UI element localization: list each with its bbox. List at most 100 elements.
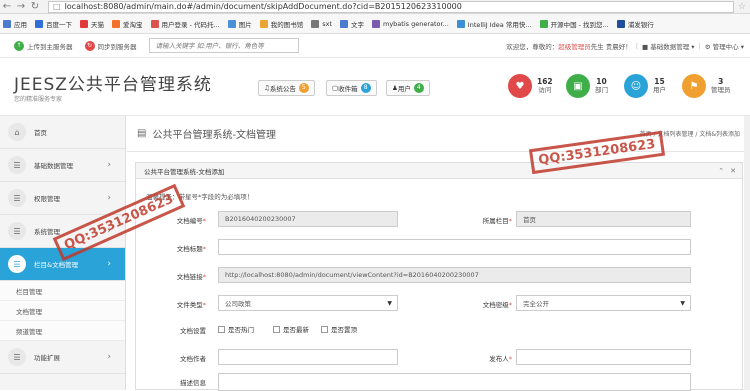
bookmark-label: 天猫 — [91, 20, 104, 29]
checkbox-box — [273, 325, 280, 333]
stat-value: 3 — [718, 77, 724, 86]
inbox-button[interactable]: ▢ 收件箱 8 — [326, 80, 377, 96]
publisher-label-text: 发布人 — [489, 355, 509, 363]
sidebar-item-label: 权限管理 — [34, 195, 60, 203]
bookmark-label: 图片 — [238, 20, 252, 29]
secret-label: 文档密级* — [482, 301, 512, 309]
column-field: 首页 — [516, 211, 691, 227]
bookmark-item[interactable]: 开源中国 - 找到您... — [539, 19, 609, 29]
bookmark-star-icon[interactable]: ☆ — [738, 2, 750, 12]
top-checkbox[interactable]: 是否置顶 — [321, 324, 357, 334]
stat-value: 162 — [537, 77, 553, 86]
bookmark-item[interactable]: mybatis generator... — [371, 19, 449, 28]
new-checkbox[interactable]: 是否最新 — [273, 324, 309, 334]
admin-name[interactable]: 超级管理员 — [558, 41, 591, 51]
bookmark-favicon-icon — [339, 19, 348, 28]
secret-label-text: 文档密级 — [482, 301, 509, 309]
bookmark-item[interactable]: sxt — [311, 19, 332, 28]
main-content: ▤ 公共平台管理系统-文档管理 首页 / 文档列表管理 / 文档&列表添加 公共… — [127, 116, 750, 391]
sidebar-item-label: 功能扩展 — [34, 354, 60, 362]
stat-label: 部门 — [595, 86, 608, 94]
bookmark-item[interactable]: IntelliJ Idea 常用快... — [456, 19, 532, 29]
type-label-text: 文件类型 — [176, 301, 203, 309]
app-subtitle: 您的精准服务专家 — [14, 96, 63, 103]
users-icon: ☺ — [624, 74, 648, 98]
bookmarks-bar: 应用 百度一下 天猫 爱淘宝 用户登录 - 代码托... 图片 我的图书馆 sxt 文字 myba… — [0, 14, 750, 34]
sidebar-item-label: 首页 — [34, 129, 47, 137]
bookmark-favicon-icon — [259, 19, 268, 28]
bookmark-item[interactable]: 我的图书馆 — [259, 19, 304, 29]
bookmark-label: 百度一下 — [46, 20, 72, 29]
doc-no-label: 文档编号* — [176, 217, 206, 225]
address-bar[interactable]: □ localhost:8080/admin/main.do#/admin/do… — [48, 0, 734, 13]
stat-管理员[interactable]: ⚑ 3 管理员 — [682, 74, 731, 98]
bookmark-label: 开源中国 - 找到您... — [550, 20, 609, 29]
close-icon[interactable]: ✕ — [730, 167, 736, 175]
list-icon: ☰ — [8, 222, 26, 240]
column-label: 所属栏目* — [482, 217, 512, 225]
summary-input[interactable] — [218, 373, 691, 391]
search-input[interactable] — [148, 38, 299, 53]
collapse-icon[interactable]: ⌃ — [718, 167, 724, 175]
notice-badge: 5 — [298, 83, 309, 93]
stat-用户[interactable]: ☺ 15 用户 — [624, 74, 666, 98]
bookmark-item[interactable]: 应用 — [3, 19, 27, 29]
new-label: 是否最新 — [283, 326, 309, 334]
bookmark-label: IntelliJ Idea 常用快... — [467, 20, 532, 29]
sidebar-item-label: 系统管理 — [34, 228, 60, 236]
upload-icon: ↑ — [14, 40, 24, 51]
panel-header: 公共平台管理系统-文档添加 ⌃ ✕ — [136, 163, 742, 179]
stat-text: 3 管理员 — [711, 77, 731, 95]
bookmark-item[interactable]: 百度一下 — [35, 19, 72, 29]
sync-icon: ↻ — [84, 40, 95, 51]
forward-icon[interactable]: → — [14, 0, 28, 14]
sidebar-subitem-documents[interactable]: 文档管理 — [0, 301, 125, 321]
basic-mgmt-label: 基础数据管理 — [650, 42, 690, 51]
checkbox-box — [218, 325, 225, 333]
type-select[interactable]: 公司政策 ▼ — [218, 295, 398, 311]
publisher-input[interactable] — [516, 349, 691, 365]
sidebar-subitem-columns[interactable]: 栏目管理 — [0, 281, 125, 301]
sync-server-button[interactable]: ↻ 同步到服务器 — [84, 40, 137, 51]
app-header: JEESZ公共平台管理系统 您的精准服务专家 ♫ 系统公告 5 ▢ 收件箱 8 … — [0, 58, 750, 116]
bookmark-item[interactable]: 用户登录 - 代码托... — [150, 19, 220, 29]
menu-icon: ■ — [641, 42, 651, 51]
bookmark-item[interactable]: 爱淘宝 — [112, 19, 143, 29]
bookmark-item[interactable]: 天猫 — [80, 19, 104, 29]
stat-部门[interactable]: ▣ 10 部门 — [566, 74, 608, 98]
bookmark-item[interactable]: 浦发银行 — [616, 19, 654, 29]
reload-icon[interactable]: ↻ — [28, 0, 42, 14]
page-title: 公共平台管理系统-文档管理 — [152, 130, 277, 141]
secret-select[interactable]: 完全公开 ▼ — [516, 295, 691, 311]
bookmark-item[interactable]: 文字 — [339, 19, 364, 29]
bookmark-label: 应用 — [14, 20, 27, 29]
stat-label: 管理员 — [711, 86, 731, 94]
upload-server-button[interactable]: ↑ 上传到主服务器 — [14, 40, 73, 51]
notice-label: 系统公告 — [269, 85, 296, 93]
scrollbar[interactable] — [744, 116, 750, 390]
chevron-down-icon: ▼ — [680, 299, 685, 307]
sidebar-item-home[interactable]: ⌂ 首页 — [0, 116, 125, 149]
mgmt-center-menu[interactable]: ⚙ 管理中心 ▾ — [705, 41, 744, 51]
bookmark-item[interactable]: 图片 — [227, 19, 252, 29]
users-button[interactable]: ♟ 用户 4 — [386, 80, 430, 96]
hot-checkbox[interactable]: 是否热门 — [218, 324, 254, 334]
author-input[interactable] — [218, 349, 398, 365]
stat-访问[interactable]: ♥ 162 访问 — [508, 74, 553, 98]
bookmark-label: 我的图书馆 — [270, 20, 304, 29]
basic-mgmt-menu[interactable]: ■ 基础数据管理 ▾ — [642, 41, 695, 51]
bookmark-favicon-icon — [539, 19, 548, 28]
home-icon: ⌂ — [8, 123, 26, 141]
system-notice-button[interactable]: ♫ 系统公告 5 — [258, 80, 315, 96]
stat-text: 15 用户 — [653, 77, 666, 95]
chevron-down-icon: › — [107, 259, 111, 269]
column-label-text: 所属栏目 — [482, 217, 509, 225]
top-label: 是否置顶 — [331, 326, 357, 334]
sidebar-subitem-channels[interactable]: 频道管理 — [0, 321, 125, 341]
sidebar-item-extensions[interactable]: ☰ 功能扩展 › — [0, 341, 125, 374]
bookmark-label: 文字 — [350, 20, 364, 29]
back-icon[interactable]: ← — [0, 0, 14, 14]
sidebar-item-permissions[interactable]: ☰ 权限管理 › — [0, 182, 125, 215]
sidebar-item-basic-data[interactable]: ☰ 基础数据管理 › — [0, 149, 125, 182]
title-input[interactable] — [218, 239, 691, 255]
